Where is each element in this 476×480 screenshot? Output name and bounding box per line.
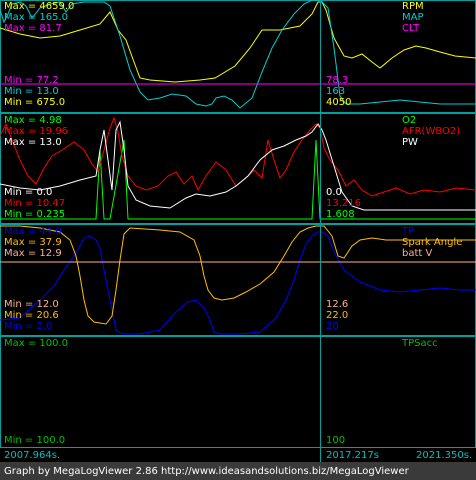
afr-min-label: Min = 10.47	[4, 198, 66, 209]
pw-min-label: Min = 0.0	[4, 187, 53, 198]
tpsacc-min-label: Min = 100.0	[4, 435, 66, 446]
clt-max-label: Max = 81.7	[4, 23, 62, 34]
battv-series-name: batt V	[402, 248, 433, 259]
map-series-name: MAP	[402, 12, 424, 23]
o2-trace	[0, 139, 476, 220]
panel-4-border	[0, 336, 476, 448]
spark-series-name: Spark Angle	[402, 237, 463, 248]
rpm-series-name: RPM	[402, 1, 424, 12]
tpsacc-cursor-value: 100	[326, 435, 346, 446]
pw-cursor-value: 0.0	[326, 187, 342, 198]
battv-min-label: Min = 12.0	[4, 299, 59, 310]
tp-max-label: Max = 44.0	[4, 226, 62, 237]
tp-cursor-value: 20	[326, 321, 339, 332]
spark-min-label: Min = 20.6	[4, 310, 59, 321]
spark-cursor-value: 22.0	[326, 310, 349, 321]
tpsacc-series-name: TPSacc	[402, 338, 438, 349]
rpm-cursor-value: 4050	[326, 97, 352, 108]
pw-series-name: PW	[402, 137, 418, 148]
footer-bar: Graph by MegaLogViewer 2.86 http://www.i…	[0, 462, 476, 480]
map-cursor-value: 163	[326, 86, 346, 97]
timeline-start: 2007.964s.	[4, 450, 61, 461]
spark-max-label: Max = 37.9	[4, 237, 62, 248]
timeline-cursor: 2017.217s	[326, 450, 379, 461]
battv-max-label: Max = 12.9	[4, 248, 62, 259]
o2-max-label: Max = 4.98	[4, 115, 62, 126]
rpm-min-label: Min = 675.0	[4, 97, 66, 108]
clt-series-name: CLT	[402, 23, 420, 34]
tp-series-name: TP	[402, 226, 415, 237]
clt-cursor-value: 78.3	[326, 75, 349, 86]
tp-min-label: Min = 2.0	[4, 321, 53, 332]
rpm-max-label: Max = 4659.0	[4, 1, 75, 12]
afr-max-label: Max = 19.96	[4, 126, 69, 137]
megalogviewer-window: Max = 4659.0 Max = 165.0 Max = 81.7 Min …	[0, 0, 476, 480]
o2-min-label: Min = 0.235	[4, 209, 66, 220]
clt-min-label: Min = 77.2	[4, 75, 59, 86]
pw-max-label: Max = 13.0	[4, 137, 62, 148]
timeline-end: 2021.350s.	[416, 450, 473, 461]
o2-series-name: O2	[402, 115, 417, 126]
battv-cursor-value: 12.6	[326, 299, 349, 310]
map-min-label: Min = 13.0	[4, 86, 59, 97]
afr-cursor-value: 13.216	[326, 198, 361, 209]
map-max-label: Max = 165.0	[4, 12, 69, 23]
afr-series-name: AFR(WBO2)	[402, 126, 461, 137]
tpsacc-max-label: Max = 100.0	[4, 338, 69, 349]
footer-credit: Graph by MegaLogViewer 2.86 http://www.i…	[4, 466, 409, 477]
o2-cursor-value: 1.608	[326, 209, 355, 220]
